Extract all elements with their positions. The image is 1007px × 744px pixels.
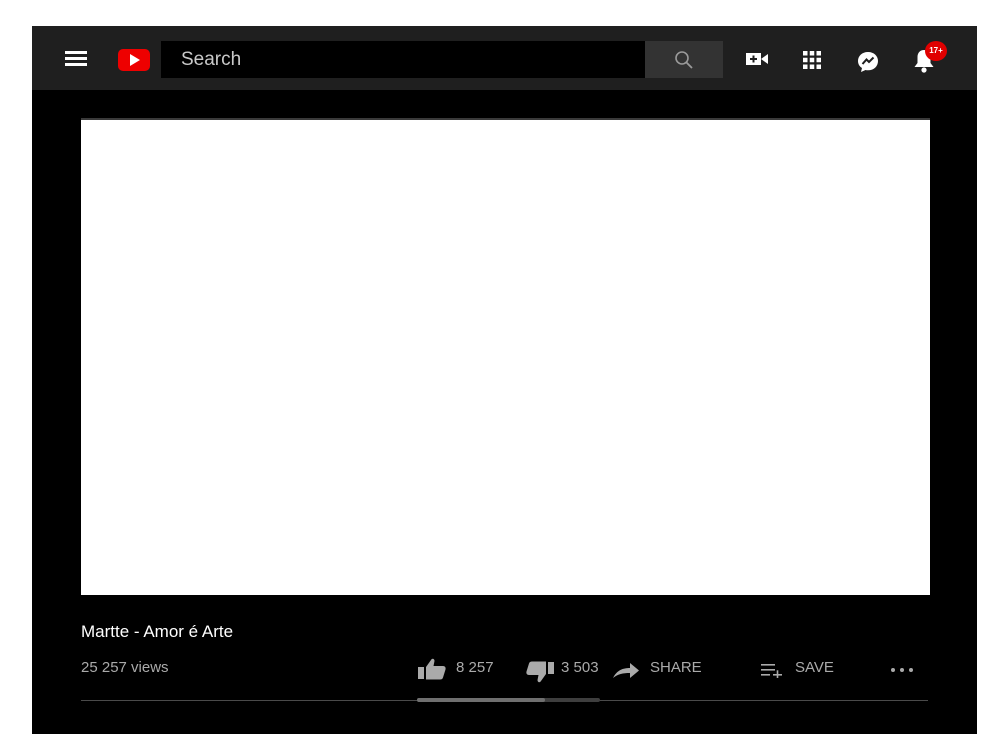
save-button[interactable]: SAVE: [761, 659, 841, 683]
save-label: SAVE: [795, 659, 834, 676]
thumbs-down-icon: [526, 661, 554, 683]
notification-badge: 17+: [925, 41, 947, 61]
messages-icon[interactable]: [856, 50, 880, 74]
thumbs-up-icon: [418, 658, 446, 680]
like-count: 8 257: [456, 659, 494, 676]
youtube-logo-icon[interactable]: [118, 49, 150, 71]
top-bar: 17+: [32, 26, 977, 90]
dislike-count: 3 503: [561, 659, 599, 676]
share-button[interactable]: SHARE: [612, 659, 702, 683]
share-arrow-icon: [613, 663, 639, 678]
search-icon: [675, 51, 693, 69]
apps-grid-icon[interactable]: [803, 51, 821, 69]
video-player[interactable]: [81, 118, 930, 595]
search-input[interactable]: [161, 41, 645, 78]
more-options-icon[interactable]: [890, 666, 914, 674]
add-to-playlist-icon: [761, 664, 782, 678]
sentiment-bar: [417, 698, 600, 702]
search-button[interactable]: [645, 41, 723, 78]
video-title: Martte - Amor é Arte: [81, 622, 234, 641]
sentiment-bar-fill: [417, 698, 546, 702]
hamburger-menu-icon[interactable]: [65, 51, 87, 67]
share-label: SHARE: [650, 659, 702, 676]
create-video-icon[interactable]: [745, 50, 769, 68]
like-button[interactable]: 8 257: [417, 658, 497, 683]
youtube-app: 17+ Martte - Amor é Arte 25 257 views 8 …: [32, 26, 977, 734]
dislike-button[interactable]: 3 503: [525, 659, 605, 687]
view-count: 25 257 views: [81, 659, 169, 676]
